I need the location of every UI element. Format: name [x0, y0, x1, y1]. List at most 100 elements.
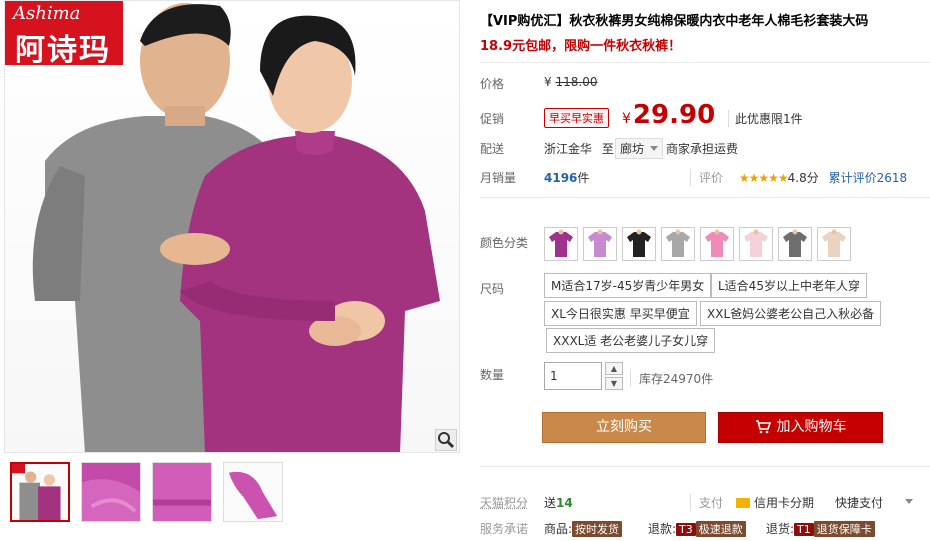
color-swatch-light-pink-top[interactable]	[739, 227, 773, 261]
quantity-increase-button[interactable]: ▲	[605, 362, 623, 375]
thumbnail-strip	[10, 462, 283, 522]
quick-pay[interactable]: 快捷支付	[835, 494, 883, 511]
shirt-icon	[664, 229, 692, 259]
chevron-down-icon	[650, 146, 658, 151]
credit-installment-label: 信用卡分期	[754, 496, 814, 510]
brand-name: 阿诗玛	[15, 25, 111, 69]
cart-icon	[755, 420, 771, 434]
shipping-label: 配送	[480, 140, 504, 157]
rating-label: 评价	[699, 171, 723, 185]
current-price-amount: 29.90	[633, 100, 715, 130]
color-swatch-gray-top[interactable]	[661, 227, 695, 261]
thumbnail-1[interactable]	[10, 462, 70, 522]
color-swatch-black-top[interactable]	[622, 227, 656, 261]
product-promo: 18.9元包邮，限购一件秋衣秋裤！	[480, 35, 681, 54]
monthly-sales-count: 4196	[544, 171, 577, 185]
color-swatch-dark-gray-top[interactable]	[778, 227, 812, 261]
add-to-cart-label: 加入购物车	[777, 419, 847, 435]
rating-score: 4.8分	[788, 171, 819, 185]
quantity-input[interactable]	[544, 362, 602, 390]
destination-value: 廊坊	[620, 142, 644, 156]
service-refund-label: 退款:	[648, 522, 676, 536]
service-goods-label: 商品:	[544, 522, 572, 536]
price-label: 价格	[480, 75, 504, 92]
star-rating-icon: ★★★★★	[739, 171, 788, 185]
size-option-xl[interactable]: XL今日很实惠 早买早便宜	[544, 301, 697, 326]
original-price: ¥ 118.00	[544, 75, 597, 89]
rating-block: 评价 ★★★★★4.8分 累计评价2618	[690, 169, 907, 186]
color-swatch-purple-top[interactable]	[544, 227, 578, 261]
original-price-symbol: ¥	[544, 75, 552, 89]
shirt-icon	[703, 229, 731, 259]
points-prefix: 送	[544, 496, 556, 510]
thumbnail-cuff-image	[224, 463, 282, 521]
brand-logo: Ashima 阿诗玛	[5, 1, 123, 65]
ship-origin: 浙江金华	[544, 142, 592, 156]
service-goods: 商品: 按时发货	[544, 520, 622, 537]
monthly-sales: 4196件	[544, 169, 589, 186]
shirt-icon	[625, 229, 653, 259]
tmall-points-label[interactable]: 天猫积分	[480, 494, 528, 511]
size-option-m[interactable]: M适合17岁-45岁青少年男女	[544, 273, 711, 298]
thumbnail-4[interactable]	[223, 462, 283, 522]
color-label: 颜色分类	[480, 234, 528, 251]
shirt-icon	[547, 229, 575, 259]
ship-to-word: 至	[602, 142, 614, 156]
destination-select[interactable]: 廊坊	[615, 138, 663, 159]
points-value: 14	[556, 496, 573, 510]
service-return-code: T1	[794, 523, 814, 536]
service-label: 服务承诺	[480, 520, 528, 537]
color-swatch-pink-top[interactable]	[700, 227, 734, 261]
monthly-sales-unit: 件	[577, 171, 589, 185]
thumbnail-3[interactable]	[152, 462, 212, 522]
size-option-l[interactable]: L适合45岁以上中老年人穿	[711, 273, 867, 298]
promo-label: 促销	[480, 110, 504, 127]
thumbnail-fabric-image	[82, 463, 140, 521]
service-refund-code: T3	[676, 523, 696, 536]
tmall-points: 送14	[544, 494, 573, 511]
brand-script: Ashima	[13, 3, 80, 24]
buy-now-button[interactable]: 立刻购买	[542, 412, 706, 443]
service-return-label: 退货:	[766, 522, 794, 536]
monthly-sales-label: 月销量	[480, 169, 516, 186]
current-price-symbol: ¥	[622, 111, 631, 127]
thumbnail-hem-image	[153, 463, 211, 521]
add-to-cart-button[interactable]: 加入购物车	[718, 412, 883, 443]
divider	[480, 466, 930, 467]
color-swatch-beige-top[interactable]	[817, 227, 851, 261]
zoom-icon[interactable]	[435, 429, 457, 451]
service-goods-tag[interactable]: 按时发货	[572, 521, 622, 537]
product-title: 【VIP购优汇】秋衣秋裤男女纯棉保暖内衣中老年人棉毛衫套装大码	[480, 10, 868, 29]
color-options	[544, 227, 851, 261]
service-return: 退货: T1 退货保障卡	[766, 520, 875, 537]
payment-label: 支付	[690, 494, 723, 511]
service-return-tag[interactable]: 退货保障卡	[814, 521, 875, 537]
promo-badge: 早买早实惠	[544, 108, 609, 128]
original-price-amount: 118.00	[555, 75, 597, 89]
service-refund: 退款: T3 极速退款	[648, 520, 746, 537]
review-count-link[interactable]: 累计评价2618	[829, 171, 908, 185]
current-price: ¥29.90	[622, 100, 715, 130]
ship-from: 浙江金华 至	[544, 140, 614, 157]
credit-installment[interactable]: 信用卡分期	[736, 494, 814, 511]
credit-card-icon	[736, 498, 750, 508]
color-swatch-lavender-top[interactable]	[583, 227, 617, 261]
quantity-label: 数量	[480, 366, 504, 383]
thumbnail-2[interactable]	[81, 462, 141, 522]
magnifier-icon	[436, 430, 456, 450]
divider	[480, 62, 930, 63]
service-refund-tag[interactable]: 极速退款	[696, 521, 746, 537]
shirt-icon	[586, 229, 614, 259]
shirt-icon	[820, 229, 848, 259]
shirt-icon	[781, 229, 809, 259]
thumbnail-couple-image	[12, 464, 68, 520]
promo-limit: 此优惠限1件	[728, 110, 803, 127]
chevron-down-icon[interactable]	[905, 499, 913, 504]
shipping-note: 商家承担运费	[666, 140, 738, 157]
size-label: 尺码	[480, 280, 504, 297]
size-option-xxl[interactable]: XXL爸妈公婆老公自己入秋必备	[700, 301, 881, 326]
main-product-photo[interactable]: Ashima 阿诗玛	[4, 0, 460, 453]
size-option-xxxl[interactable]: XXXL适 老公老婆儿子女儿穿	[546, 328, 715, 353]
shirt-icon	[742, 229, 770, 259]
quantity-decrease-button[interactable]: ▼	[605, 377, 623, 390]
